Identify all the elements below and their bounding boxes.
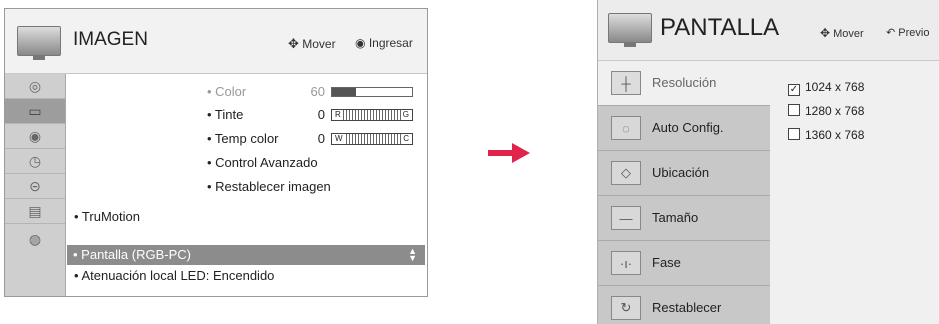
auto-config-icon: ◌ bbox=[611, 116, 641, 140]
imagen-title: IMAGEN bbox=[73, 29, 148, 50]
temp-color-value: 0 bbox=[317, 131, 325, 146]
menu-tamano[interactable]: — Tamaño bbox=[598, 196, 770, 241]
tv-picture-icon bbox=[17, 26, 61, 60]
rail-speaker-icon[interactable]: ◉ bbox=[5, 124, 65, 149]
resolution-option-1280[interactable]: 1280 x 768 bbox=[788, 104, 864, 118]
color-level-bar[interactable] bbox=[331, 87, 413, 97]
temp-color-item[interactable]: • Temp color bbox=[207, 131, 279, 146]
pantalla-header: PANTALLA ✥ Mover ↶ Previo bbox=[598, 0, 939, 61]
rail-clock-icon[interactable]: ◷ bbox=[5, 149, 65, 174]
right-arrow-icon bbox=[488, 143, 530, 163]
trumotion-item[interactable]: • TruMotion bbox=[74, 209, 140, 224]
menu-resolucion[interactable]: ┼ Resolución bbox=[598, 61, 770, 106]
reset-icon: ↻ bbox=[611, 296, 641, 320]
imagen-header: IMAGEN ✥ Mover ◉ Ingresar bbox=[5, 9, 427, 74]
atenuacion-led-item[interactable]: • Atenuación local LED: Encendido bbox=[74, 268, 274, 283]
previous-hint: ↶ Previo bbox=[886, 27, 930, 39]
color-item[interactable]: • Color bbox=[207, 84, 246, 99]
temp-color-scale[interactable]: W C bbox=[331, 133, 413, 145]
checked-box-icon: ✓ bbox=[788, 84, 800, 96]
tinte-scale[interactable]: R G bbox=[331, 109, 413, 121]
color-value: 60 bbox=[310, 84, 325, 99]
rail-briefcase-icon[interactable]: ▤ bbox=[5, 199, 65, 224]
crosshair-icon: ┼ bbox=[611, 71, 641, 95]
resolution-option-1024[interactable]: ✓ 1024 x 768 bbox=[788, 80, 864, 96]
enter-button-icon: ◉ bbox=[355, 36, 366, 50]
pantalla-menu-panel: PANTALLA ✥ Mover ↶ Previo ┼ Resolución ◌… bbox=[597, 0, 939, 324]
tv-screen-icon bbox=[608, 13, 652, 47]
size-icon: — bbox=[611, 206, 641, 230]
control-avanzado-item[interactable]: • Control Avanzado bbox=[207, 155, 318, 170]
category-rail: ◎ ▭ ◉ ◷ ⊝ ▤ ◍ bbox=[5, 74, 66, 296]
up-down-arrow-icon: ▲ ▼ bbox=[408, 246, 417, 263]
rail-lock-icon[interactable]: ⊝ bbox=[5, 174, 65, 199]
move-hint-right: ✥ Mover bbox=[820, 26, 864, 40]
menu-auto-config[interactable]: ◌ Auto Config. bbox=[598, 106, 770, 151]
empty-checkbox-icon bbox=[788, 104, 800, 116]
menu-ubicacion[interactable]: ◇ Ubicación bbox=[598, 151, 770, 196]
resolution-option-1360[interactable]: 1360 x 768 bbox=[788, 128, 864, 142]
phase-icon: ·ı· bbox=[611, 251, 641, 275]
position-icon: ◇ bbox=[611, 161, 641, 185]
menu-fase[interactable]: ·ı· Fase bbox=[598, 241, 770, 286]
pantalla-rgb-pc-item[interactable]: • Pantalla (RGB-PC) ▲ ▼ bbox=[67, 245, 425, 265]
imagen-menu-panel: IMAGEN ✥ Mover ◉ Ingresar ◎ ▭ ◉ ◷ ⊝ ▤ ◍ … bbox=[4, 8, 428, 297]
tinte-item[interactable]: • Tinte bbox=[207, 107, 243, 122]
empty-checkbox-icon bbox=[788, 128, 800, 140]
rail-monitor-icon[interactable]: ▭ bbox=[5, 99, 65, 124]
four-way-arrow-icon: ✥ bbox=[288, 36, 299, 51]
menu-restablecer[interactable]: ↻ Restablecer bbox=[598, 286, 770, 324]
pantalla-title: PANTALLA bbox=[660, 14, 780, 41]
rail-globe-icon[interactable]: ◍ bbox=[5, 224, 65, 254]
back-icon: ↶ bbox=[886, 27, 896, 39]
four-way-arrow-icon: ✥ bbox=[820, 26, 831, 40]
tinte-value: 0 bbox=[317, 107, 325, 122]
rail-disc-icon[interactable]: ◎ bbox=[5, 74, 65, 99]
enter-hint: ◉ Ingresar bbox=[355, 36, 413, 50]
restablecer-imagen-item[interactable]: • Restablecer imagen bbox=[207, 179, 331, 194]
move-hint: ✥ Mover bbox=[288, 36, 336, 51]
